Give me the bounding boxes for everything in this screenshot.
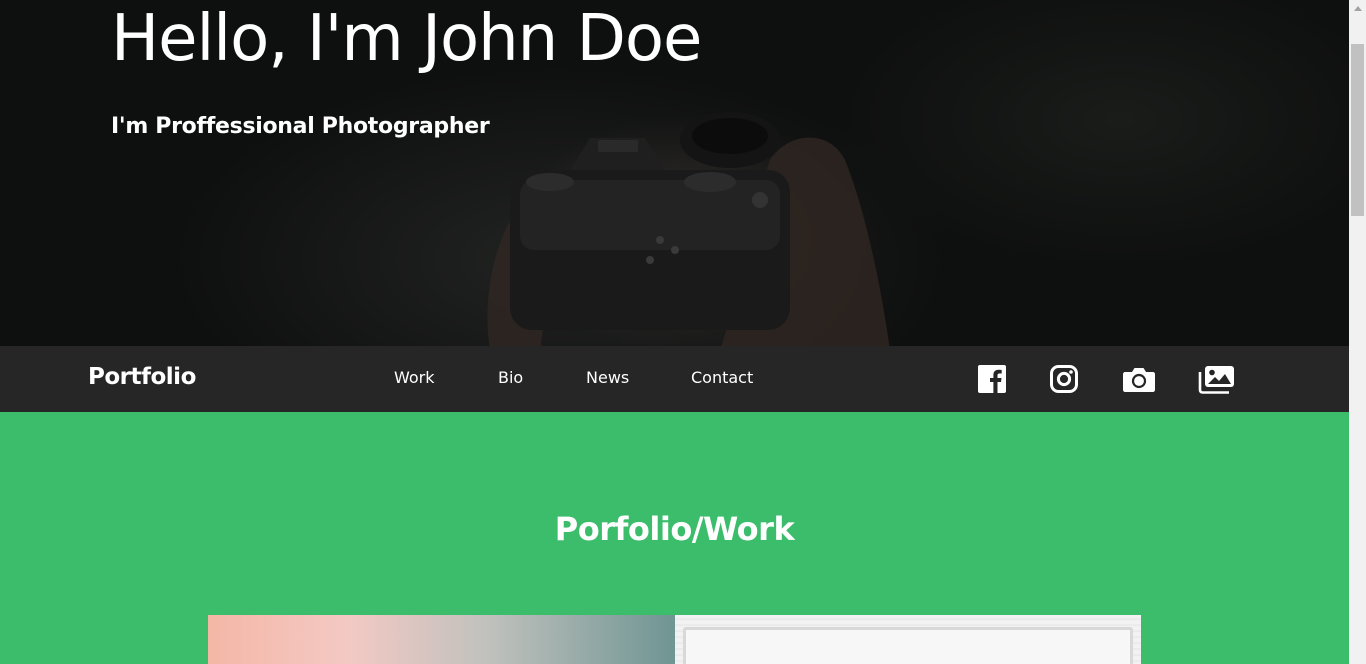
- hero-section: Hello, I'm John Doe I'm Proffessional Ph…: [0, 0, 1349, 346]
- facebook-icon[interactable]: [977, 364, 1007, 394]
- hero-subtitle: I'm Proffessional Photographer: [111, 114, 490, 139]
- navbar: Portfolio Work Bio News Contact: [0, 346, 1349, 412]
- scroll-up-arrow-icon[interactable]: [1354, 6, 1362, 11]
- nav-link-contact[interactable]: Contact: [691, 368, 753, 387]
- section-title: Porfolio/Work: [554, 510, 795, 548]
- nav-link-work[interactable]: Work: [394, 368, 435, 387]
- portfolio-thumbnail-1[interactable]: [208, 615, 675, 664]
- hero-title: Hello, I'm John Doe: [111, 2, 702, 76]
- white-frame: [683, 627, 1133, 664]
- instagram-icon[interactable]: [1049, 364, 1079, 394]
- brand-logo[interactable]: Portfolio: [88, 364, 196, 390]
- camera-background-image: [487, 112, 890, 346]
- vertical-scrollbar[interactable]: [1349, 0, 1366, 664]
- page: Hello, I'm John Doe I'm Proffessional Ph…: [0, 0, 1349, 664]
- images-icon[interactable]: [1198, 364, 1236, 394]
- camera-icon[interactable]: [1122, 364, 1156, 394]
- nav-link-news[interactable]: News: [586, 368, 629, 387]
- scrollbar-thumb[interactable]: [1351, 44, 1364, 216]
- nav-link-bio[interactable]: Bio: [498, 368, 523, 387]
- portfolio-thumbnail-2[interactable]: [675, 615, 1141, 664]
- work-section: Porfolio/Work: [0, 412, 1349, 664]
